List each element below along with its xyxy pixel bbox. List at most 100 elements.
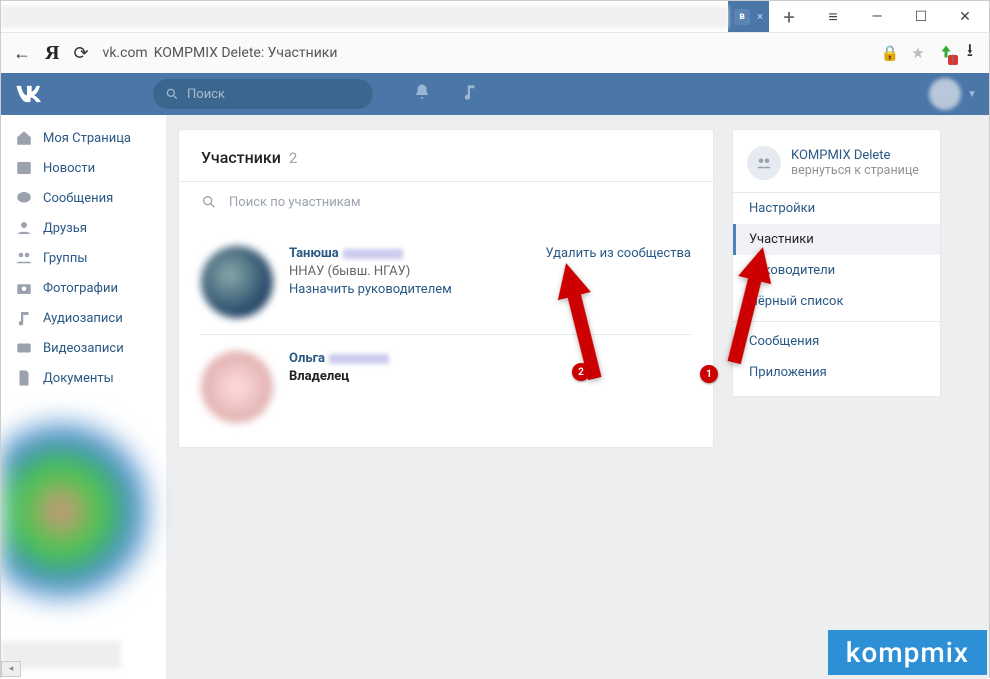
home-icon: [15, 129, 33, 147]
active-browser-tab[interactable]: в ×: [728, 1, 769, 32]
manage-nav-apps[interactable]: Приложения: [733, 357, 940, 388]
nav-label: Моя Страница: [43, 131, 131, 146]
members-search-placeholder: Поиск по участникам: [229, 195, 360, 210]
manage-nav: Настройки Участники Руководители Чёрный …: [733, 193, 940, 388]
extension-savefrom-icon[interactable]: !: [937, 44, 955, 62]
sidebar-widget-blur: [1, 411, 151, 611]
vk-search-field[interactable]: Поиск: [153, 79, 373, 109]
browser-tabstrip: в × +: [1, 1, 809, 32]
address-bar: ← Я ⟳ vk.com KOMPMIX Delete: Участники 🔒…: [1, 33, 989, 73]
community-header[interactable]: KOMPMIX Delete вернуться к странице: [733, 138, 940, 193]
left-sidebar: Моя Страница Новости Сообщения Друзья Гр…: [1, 115, 166, 679]
members-count: 2: [289, 149, 297, 167]
members-card: Участники 2 Поиск по участникам Танюша Н…: [178, 129, 714, 448]
watermark: kompmix: [828, 630, 987, 675]
member-subtitle: ННАУ (бывш. НГАУ): [289, 264, 530, 279]
member-avatar[interactable]: [201, 246, 273, 318]
divider: [733, 321, 940, 322]
chevron-down-icon: ▼: [967, 89, 977, 100]
search-icon: [165, 87, 179, 101]
new-tab-button[interactable]: +: [769, 1, 809, 32]
manage-nav-messages[interactable]: Сообщения: [733, 326, 940, 357]
right-sidebar: KOMPMIX Delete вернуться к странице Наст…: [726, 115, 951, 679]
vk-favicon: в: [734, 9, 750, 25]
news-icon: [15, 159, 33, 177]
lock-icon[interactable]: 🔒: [881, 44, 900, 62]
minimize-button[interactable]: —: [863, 9, 891, 25]
member-surname-blur: [343, 249, 403, 259]
nav-docs[interactable]: Документы: [1, 363, 166, 393]
member-name-link[interactable]: Ольга: [289, 351, 691, 366]
nav-label: Сообщения: [43, 191, 113, 206]
url-page-title: KOMPMIX Delete: Участники: [154, 45, 338, 61]
downloads-icon[interactable]: ⭳: [967, 38, 973, 68]
omnibox[interactable]: vk.com KOMPMIX Delete: Участники: [103, 45, 863, 61]
nav-label: Аудиозаписи: [43, 311, 123, 326]
yandex-logo-icon[interactable]: Я: [45, 42, 59, 65]
bookmark-star-icon[interactable]: ★: [911, 44, 924, 62]
remove-from-community-link[interactable]: Удалить из сообщества: [546, 246, 691, 261]
nav-photos[interactable]: Фотографии: [1, 273, 166, 303]
community-avatar-icon: [747, 146, 781, 180]
members-title: Участники: [201, 148, 281, 167]
back-button[interactable]: ←: [13, 43, 31, 64]
friends-icon: [15, 219, 33, 237]
nav-label: Видеозаписи: [43, 341, 124, 356]
manage-nav-members[interactable]: Участники: [733, 224, 940, 255]
community-name-link[interactable]: KOMPMIX Delete: [791, 148, 919, 163]
window-controls: ≡ — ☐ ✕: [809, 7, 989, 27]
vk-logo[interactable]: [13, 80, 153, 108]
close-window-button[interactable]: ✕: [951, 9, 979, 25]
member-row: Ольга Владелец: [201, 334, 691, 439]
assign-role-link[interactable]: Назначить руководителем: [289, 282, 530, 297]
omnibox-actions: 🔒 ★ ! ⭳: [877, 38, 977, 68]
community-manage-card: KOMPMIX Delete вернуться к странице Наст…: [732, 129, 941, 397]
nav-label: Друзья: [43, 221, 87, 236]
vk-profile-menu[interactable]: ▼: [929, 78, 977, 110]
nav-label: Группы: [43, 251, 87, 266]
nav-audio[interactable]: Аудиозаписи: [1, 303, 166, 333]
vk-logo-icon: [13, 80, 41, 108]
maximize-button[interactable]: ☐: [907, 9, 935, 25]
back-to-community-link[interactable]: вернуться к странице: [791, 163, 919, 178]
member-name-link[interactable]: Танюша: [289, 246, 530, 261]
camera-icon: [15, 279, 33, 297]
member-row: Танюша ННАУ (бывш. НГАУ) Назначить руков…: [179, 230, 713, 334]
search-icon: [201, 194, 217, 210]
member-surname-blur: [329, 354, 389, 364]
browser-menu-icon[interactable]: ≡: [819, 7, 847, 27]
extension-badge: !: [948, 55, 958, 65]
manage-nav-managers[interactable]: Руководители: [733, 255, 940, 286]
main-content: Участники 2 Поиск по участникам Танюша Н…: [166, 115, 726, 679]
video-icon: [15, 339, 33, 357]
music-icon[interactable]: [461, 83, 479, 105]
inactive-tabs-blur: [1, 6, 728, 28]
nav-messages[interactable]: Сообщения: [1, 183, 166, 213]
nav-my-page[interactable]: Моя Страница: [1, 123, 166, 153]
nav-video[interactable]: Видеозаписи: [1, 333, 166, 363]
nav-groups[interactable]: Группы: [1, 243, 166, 273]
nav-label: Фотографии: [43, 281, 118, 296]
audio-icon: [15, 309, 33, 327]
member-role-label: Владелец: [289, 369, 691, 384]
url-host: vk.com: [103, 45, 148, 61]
close-tab-icon[interactable]: ×: [755, 10, 765, 23]
horizontal-scroll-left[interactable]: ◂: [1, 661, 21, 677]
profile-avatar-icon: [929, 78, 961, 110]
reload-button[interactable]: ⟳: [73, 43, 88, 64]
groups-icon: [15, 249, 33, 267]
vk-topbar: Поиск ▼: [1, 73, 989, 115]
member-avatar[interactable]: [201, 351, 273, 423]
window-titlebar: в × + ≡ — ☐ ✕: [1, 1, 989, 33]
members-header: Участники 2: [179, 130, 713, 181]
nav-label: Новости: [43, 161, 95, 176]
manage-nav-blacklist[interactable]: Чёрный список: [733, 286, 940, 317]
notifications-icon[interactable]: [413, 83, 431, 105]
members-search[interactable]: Поиск по участникам: [179, 181, 713, 222]
nav-friends[interactable]: Друзья: [1, 213, 166, 243]
messages-icon: [15, 189, 33, 207]
nav-label: Документы: [43, 371, 114, 386]
vk-search-placeholder: Поиск: [187, 87, 225, 102]
manage-nav-settings[interactable]: Настройки: [733, 193, 940, 224]
nav-news[interactable]: Новости: [1, 153, 166, 183]
